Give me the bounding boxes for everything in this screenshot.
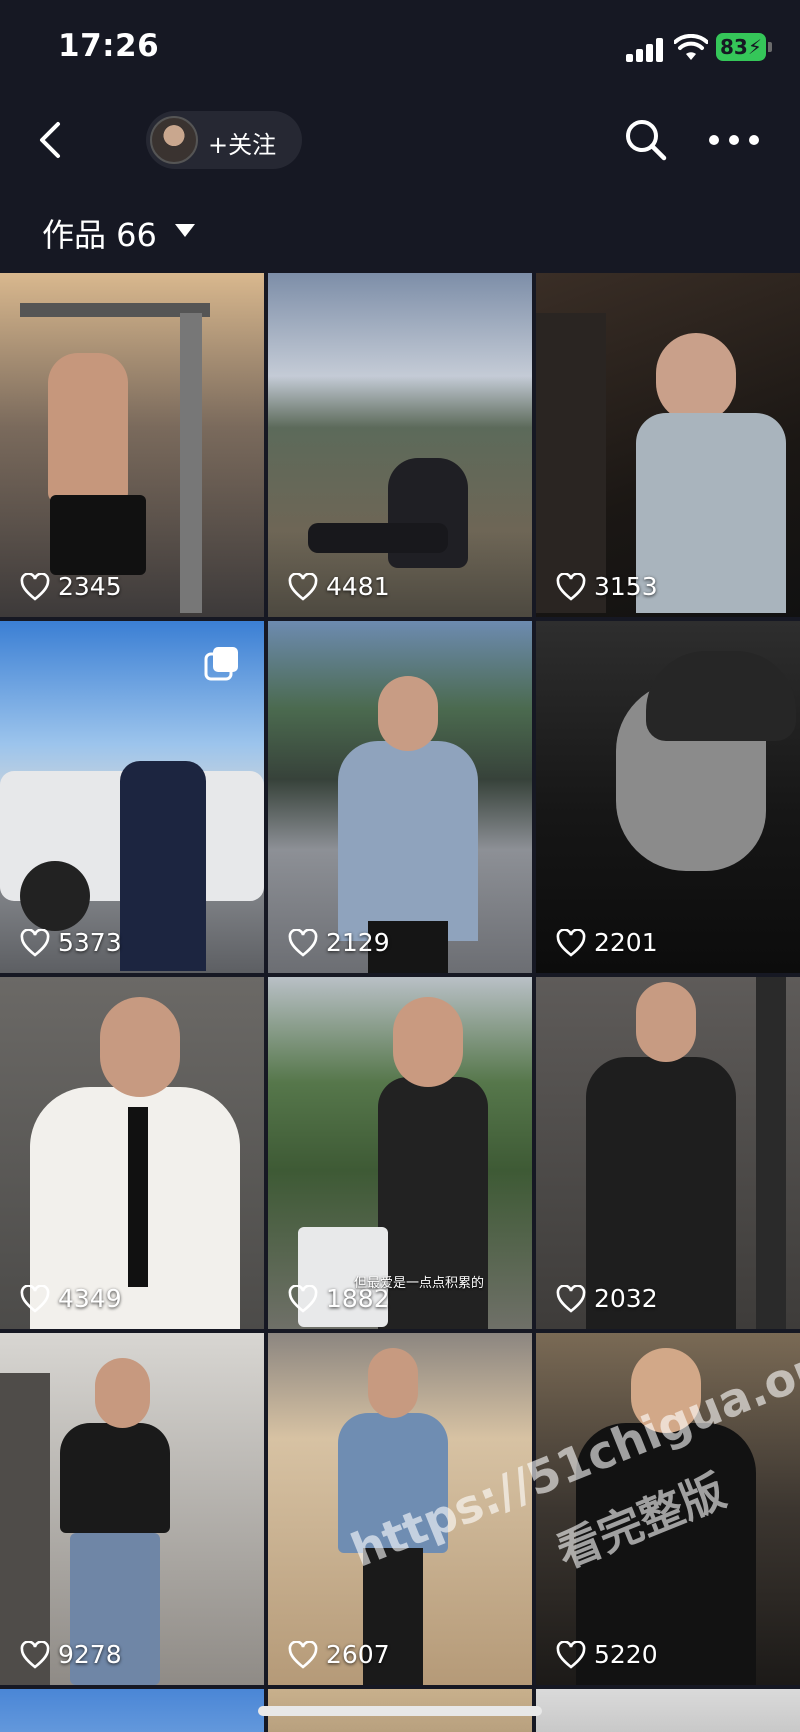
heart-icon <box>20 1284 50 1313</box>
tile-figure <box>60 1423 170 1533</box>
tile-figure <box>20 861 90 931</box>
follow-button[interactable]: +关注 <box>146 111 302 169</box>
tile-figure <box>756 977 786 1329</box>
video-caption: 但最爱是一点点积累的 <box>354 1276 485 1291</box>
like-count: 2032 <box>556 1284 658 1313</box>
video-tile[interactable]: 2129 <box>268 621 532 973</box>
tile-figure <box>656 333 736 423</box>
video-tile[interactable]: 5373 <box>0 621 264 973</box>
tile-figure <box>393 997 463 1087</box>
tile-figure <box>0 1373 50 1685</box>
status-time: 17:26 <box>58 28 160 64</box>
status-bar: 17:26 83⚡ <box>0 0 800 100</box>
video-tile[interactable]: 2032 <box>536 977 800 1329</box>
video-tile[interactable]: 9278 <box>0 1333 264 1685</box>
video-tile[interactable]: 2345 <box>0 273 264 617</box>
heart-icon <box>556 1284 586 1313</box>
tile-figure <box>120 761 206 971</box>
like-count-value: 9278 <box>58 1640 122 1669</box>
multi-image-icon <box>204 647 238 681</box>
heart-icon <box>20 1640 50 1669</box>
tile-figure <box>50 495 146 575</box>
tile-figure <box>100 997 180 1097</box>
tile-figure <box>95 1358 150 1428</box>
heart-icon <box>288 1640 318 1669</box>
video-tile[interactable] <box>0 1689 264 1732</box>
tile-figure <box>378 676 438 751</box>
video-tile[interactable] <box>536 1689 800 1732</box>
cellular-signal-icon <box>626 38 666 62</box>
caret-down-icon <box>175 224 195 237</box>
like-count-value: 2607 <box>326 1640 390 1669</box>
like-count: 5373 <box>20 928 122 957</box>
tile-figure <box>180 313 202 613</box>
like-count-value: 2129 <box>326 928 390 957</box>
follow-label: +关注 <box>208 131 277 159</box>
like-count: 2129 <box>288 928 390 957</box>
like-count: 4481 <box>288 572 390 601</box>
tile-figure <box>338 741 478 941</box>
heart-icon <box>556 572 586 601</box>
like-count: 2201 <box>556 928 658 957</box>
video-tile[interactable]: 2201 <box>536 621 800 973</box>
video-tile[interactable]: 5220 <box>536 1333 800 1685</box>
like-count: 9278 <box>20 1640 122 1669</box>
works-filter[interactable]: 作品 66 <box>0 200 800 260</box>
avatar <box>150 116 198 164</box>
tile-figure <box>378 1077 488 1329</box>
back-arrow-icon[interactable] <box>30 118 74 162</box>
like-count-value: 3153 <box>594 572 658 601</box>
tile-figure <box>48 353 128 503</box>
tile-figure <box>338 1413 448 1553</box>
tile-figure <box>128 1107 148 1287</box>
heart-icon <box>556 928 586 957</box>
tile-figure <box>646 651 796 741</box>
video-tile[interactable]: 3153 <box>536 273 800 617</box>
tile-figure <box>308 523 448 553</box>
like-count: 3153 <box>556 572 658 601</box>
like-count: 2345 <box>20 572 122 601</box>
like-count-value: 2201 <box>594 928 658 957</box>
search-icon[interactable] <box>622 116 670 164</box>
tile-figure <box>536 313 606 613</box>
home-indicator[interactable] <box>258 1706 542 1716</box>
tile-figure <box>368 1348 418 1418</box>
heart-icon <box>288 928 318 957</box>
like-count-value: 4349 <box>58 1284 122 1313</box>
tile-figure <box>631 1348 701 1433</box>
video-tile[interactable]: 1882 但最爱是一点点积累的 <box>268 977 532 1329</box>
video-tile[interactable]: 4349 <box>0 977 264 1329</box>
heart-icon <box>20 572 50 601</box>
like-count: 2607 <box>288 1640 390 1669</box>
like-count-value: 5220 <box>594 1640 658 1669</box>
video-tile[interactable]: 4481 <box>268 273 532 617</box>
like-count-value: 2345 <box>58 572 122 601</box>
battery-indicator: 83⚡ <box>716 33 766 61</box>
wifi-icon <box>674 34 708 60</box>
heart-icon <box>20 928 50 957</box>
tile-figure <box>636 982 696 1062</box>
charging-bolt-icon: ⚡ <box>747 35 762 59</box>
battery-level: 83 <box>720 35 748 59</box>
heart-icon <box>288 572 318 601</box>
like-count-value: 4481 <box>326 572 390 601</box>
more-options-icon[interactable] <box>706 116 762 164</box>
battery-cap <box>768 42 772 52</box>
like-count: 5220 <box>556 1640 658 1669</box>
heart-icon <box>288 1284 318 1313</box>
video-grid: 2345 4481 3153 5373 2129 2201 4349 1882 … <box>0 273 800 1732</box>
works-count-label: 作品 66 <box>42 216 157 254</box>
tile-figure <box>636 413 786 613</box>
like-count: 4349 <box>20 1284 122 1313</box>
like-count-value: 5373 <box>58 928 122 957</box>
profile-top-nav: +关注 <box>0 100 800 180</box>
video-tile[interactable]: 2607 <box>268 1333 532 1685</box>
heart-icon <box>556 1640 586 1669</box>
like-count-value: 2032 <box>594 1284 658 1313</box>
